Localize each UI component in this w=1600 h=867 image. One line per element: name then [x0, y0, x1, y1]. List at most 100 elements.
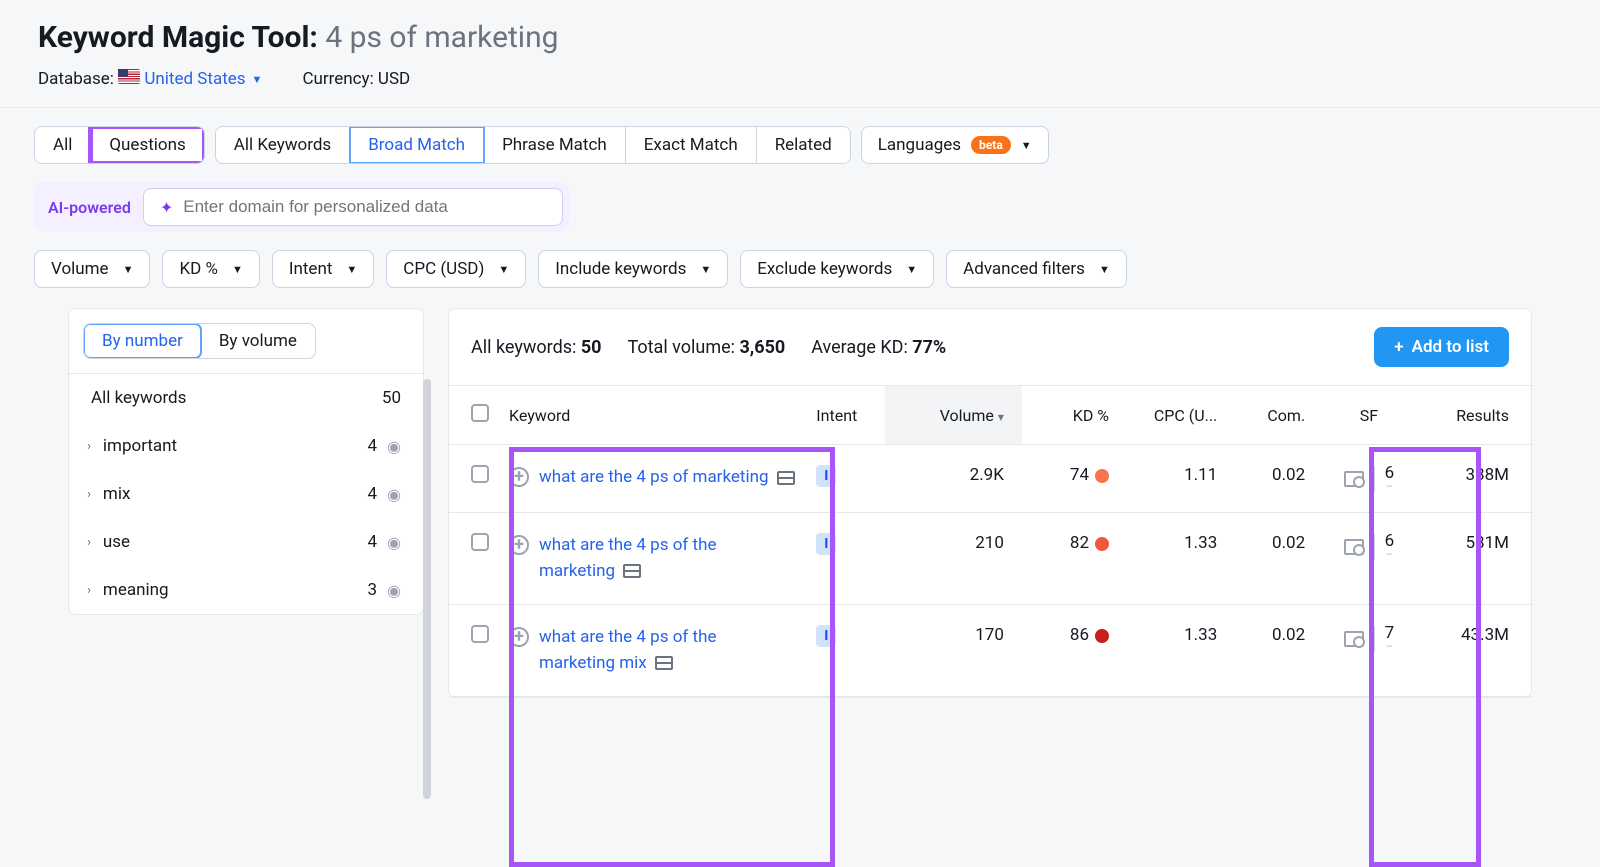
- intent-badge: I: [816, 533, 836, 555]
- serp-icon[interactable]: [623, 564, 641, 578]
- tab-all[interactable]: All: [35, 127, 91, 163]
- keyword-link[interactable]: what are the 4 ps of marketing: [539, 465, 795, 491]
- filter-cpc[interactable]: CPC (USD)▼: [386, 250, 526, 288]
- add-to-list-label: Add to list: [1412, 337, 1489, 357]
- expand-icon[interactable]: +: [509, 627, 529, 647]
- eye-icon[interactable]: ◉: [387, 533, 401, 552]
- filter-volume[interactable]: Volume▼: [34, 250, 150, 288]
- col-keyword[interactable]: Keyword: [499, 386, 806, 445]
- kd-dot-icon: [1095, 537, 1109, 551]
- row-checkbox[interactable]: [471, 465, 489, 483]
- currency-label: Currency:: [302, 69, 373, 89]
- filter-advanced[interactable]: Advanced filters▼: [946, 250, 1127, 288]
- scrollbar[interactable]: [423, 379, 431, 799]
- ai-label: AI-powered: [48, 198, 131, 217]
- database-label: Database:: [38, 69, 114, 89]
- cpc-value: 1.33: [1119, 513, 1227, 605]
- filter-include[interactable]: Include keywords▼: [538, 250, 728, 288]
- sf-count: 6: [1385, 465, 1395, 482]
- title-prefix: Keyword Magic Tool:: [38, 20, 318, 55]
- sf-cell[interactable]: 6--: [1344, 465, 1395, 492]
- sort-by-number[interactable]: By number: [84, 324, 201, 358]
- sidebar-all-keywords[interactable]: All keywords 50: [69, 373, 423, 422]
- domain-input-wrap[interactable]: ✦: [143, 188, 563, 226]
- intent-badge: I: [816, 625, 836, 647]
- tab-exact-match[interactable]: Exact Match: [626, 127, 757, 163]
- tab-related[interactable]: Related: [757, 127, 850, 163]
- com-value: 0.02: [1227, 445, 1315, 513]
- eye-icon[interactable]: ◉: [387, 437, 401, 456]
- group-count: 4: [367, 436, 377, 456]
- filter-kd[interactable]: KD %▼: [162, 250, 259, 288]
- match-type-tabs: All Keywords Broad Match Phrase Match Ex…: [215, 126, 851, 164]
- col-sf[interactable]: SF: [1315, 386, 1422, 445]
- filter-intent[interactable]: Intent▼: [272, 250, 374, 288]
- col-results[interactable]: Results: [1423, 386, 1531, 445]
- expand-icon[interactable]: +: [509, 467, 529, 487]
- table-row: +what are the 4 ps of the marketing I 21…: [449, 513, 1531, 605]
- serp-icon[interactable]: [655, 656, 673, 670]
- keyword-link[interactable]: what are the 4 ps of the marketing: [539, 533, 796, 584]
- sf-count: 7: [1385, 625, 1395, 642]
- kd-value: 74: [1022, 445, 1119, 513]
- languages-label: Languages: [878, 135, 961, 155]
- sort-desc-icon: ▾: [998, 410, 1004, 424]
- table-row: +what are the 4 ps of marketing I 2.9K 7…: [449, 445, 1531, 513]
- group-label: important: [103, 436, 177, 456]
- chevron-down-icon: ▼: [906, 263, 917, 276]
- chevron-right-icon: ›: [87, 535, 91, 550]
- col-cpc[interactable]: CPC (U...: [1119, 386, 1227, 445]
- col-com[interactable]: Com.: [1227, 386, 1315, 445]
- sort-by-volume[interactable]: By volume: [201, 324, 315, 358]
- cpc-value: 1.33: [1119, 605, 1227, 697]
- sf-cell[interactable]: 6--: [1344, 533, 1395, 560]
- ai-powered-bar: AI-powered ✦: [34, 182, 569, 232]
- domain-input[interactable]: [183, 197, 546, 217]
- group-label: use: [103, 532, 130, 552]
- keyword-groups-sidebar: By number By volume All keywords 50 › imp…: [68, 308, 424, 615]
- sort-toggle: By number By volume: [83, 323, 316, 359]
- filter-exclude[interactable]: Exclude keywords▼: [740, 250, 934, 288]
- volume-value: 170: [885, 605, 1022, 697]
- chevron-down-icon: ▼: [1099, 263, 1110, 276]
- chevron-right-icon: ›: [87, 583, 91, 598]
- tab-broad-match[interactable]: Broad Match: [350, 127, 484, 163]
- row-checkbox[interactable]: [471, 533, 489, 551]
- tab-phrase-match[interactable]: Phrase Match: [484, 127, 626, 163]
- results-table: Keyword Intent Volume▾ KD % CPC (U... Co…: [449, 385, 1531, 697]
- tab-all-keywords[interactable]: All Keywords: [216, 127, 350, 163]
- group-count: 3: [367, 580, 377, 600]
- col-kd[interactable]: KD %: [1022, 386, 1119, 445]
- col-intent[interactable]: Intent: [806, 386, 885, 445]
- group-count: 4: [367, 484, 377, 504]
- col-volume[interactable]: Volume▾: [885, 386, 1022, 445]
- page-header: Keyword Magic Tool: 4 ps of marketing Da…: [0, 0, 1600, 108]
- sidebar-group-item[interactable]: › important 4 ◉: [69, 422, 423, 470]
- add-to-list-button[interactable]: + Add to list: [1374, 327, 1509, 367]
- sidebar-group-item[interactable]: ›use4◉: [69, 518, 423, 566]
- keyword-link[interactable]: what are the 4 ps of the marketing mix: [539, 625, 796, 676]
- kd-value: 86: [1022, 605, 1119, 697]
- serp-features-icon: [1344, 539, 1364, 555]
- select-all-checkbox[interactable]: [471, 404, 489, 422]
- expand-icon[interactable]: +: [509, 535, 529, 555]
- eye-icon[interactable]: ◉: [387, 485, 401, 504]
- row-checkbox[interactable]: [471, 625, 489, 643]
- kd-value: 82: [1022, 513, 1119, 605]
- currency-display: Currency: USD: [302, 69, 410, 89]
- sf-cell[interactable]: 7--: [1344, 625, 1395, 652]
- database-selector[interactable]: Database: United States ▼: [38, 69, 262, 89]
- chevron-down-icon: ▼: [1021, 139, 1032, 152]
- all-keywords-count: 50: [382, 388, 401, 408]
- chevron-down-icon: ▼: [123, 263, 134, 276]
- sidebar-group-item[interactable]: ›mix4◉: [69, 470, 423, 518]
- eye-icon[interactable]: ◉: [387, 581, 401, 600]
- serp-icon[interactable]: [777, 471, 795, 485]
- chevron-right-icon: ›: [87, 439, 91, 454]
- chevron-down-icon: ▼: [346, 263, 357, 276]
- languages-dropdown[interactable]: Languages beta ▼: [861, 126, 1049, 164]
- tab-questions[interactable]: Questions: [91, 127, 203, 163]
- chevron-down-icon: ▼: [252, 73, 263, 86]
- results-value: 43.3M: [1423, 605, 1531, 697]
- sidebar-group-item[interactable]: ›meaning3◉: [69, 566, 423, 614]
